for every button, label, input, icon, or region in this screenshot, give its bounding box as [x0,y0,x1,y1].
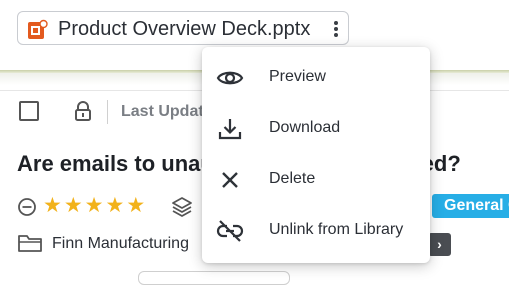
attachment-context-menu: Preview Download Delete Unlink from Libr… [202,47,430,263]
bottom-control[interactable] [138,271,290,285]
category-badge: General C [432,194,509,218]
eye-icon [216,71,244,85]
kebab-menu-icon[interactable] [333,21,339,37]
menu-item-preview[interactable]: Preview [202,52,430,103]
menu-item-label: Download [269,119,341,136]
star-icon: ★ [63,194,83,217]
menu-item-download[interactable]: Download [202,103,430,154]
download-icon [218,119,242,140]
star-icon: ★ [43,194,62,217]
toolbar-vertical-divider [107,100,108,124]
folder-name[interactable]: Finn Manufacturing [52,235,189,253]
star-icon: ★ [84,194,104,217]
unlink-icon [216,220,244,242]
star-icon: ★ [105,194,125,217]
select-checkbox[interactable] [19,101,39,121]
chevron-right-button[interactable]: › [428,233,451,256]
menu-item-label: Preview [269,68,326,85]
menu-item-unlink[interactable]: Unlink from Library [202,205,430,256]
attachment-chip[interactable]: Product Overview Deck.pptx [17,11,349,45]
menu-item-label: Delete [269,170,316,187]
layers-icon[interactable] [170,195,194,219]
powerpoint-file-icon [28,19,48,39]
menu-item-label: Unlink from Library [269,221,404,238]
minus-circle-icon[interactable] [17,197,37,217]
folder-icon [18,235,42,252]
star-rating: ★ ★ ★ ★ ★ [43,195,145,217]
last-updated-column-header[interactable]: Last Updat [121,103,204,121]
star-icon: ★ [126,194,146,217]
attachment-file-name: Product Overview Deck.pptx [58,18,311,40]
menu-item-delete[interactable]: Delete [202,154,430,205]
close-icon [222,172,238,188]
lock-icon[interactable] [72,100,94,122]
